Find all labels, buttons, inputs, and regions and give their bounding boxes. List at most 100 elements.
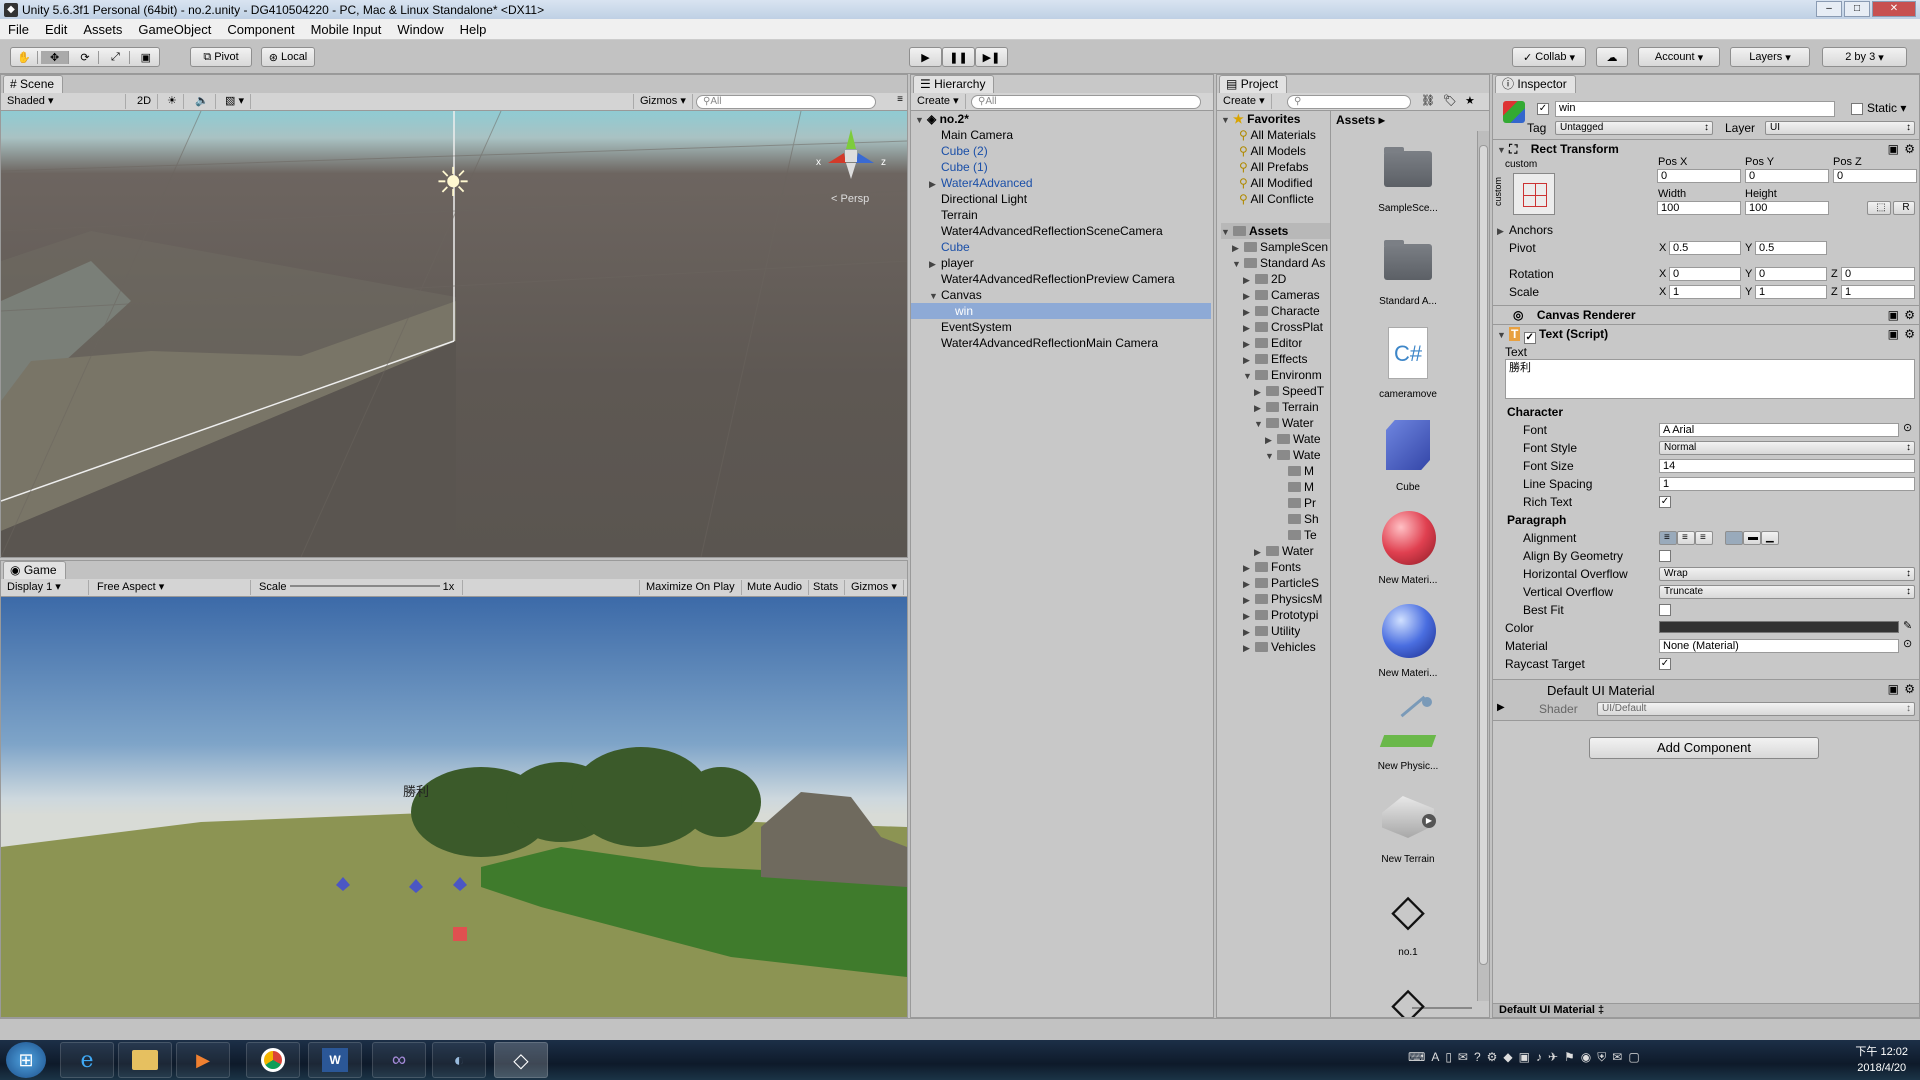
collab-dropdown[interactable]: ✓ Collab ▾: [1512, 47, 1586, 67]
scene-search-input[interactable]: ⚲All: [696, 95, 876, 109]
chrome-app-icon[interactable]: [246, 1042, 300, 1078]
expand-arrow-icon[interactable]: ▶: [929, 256, 941, 272]
rot-z-field[interactable]: 0: [1841, 267, 1915, 281]
project-search-input[interactable]: ⚲: [1287, 95, 1411, 109]
align-middle-icon[interactable]: ▬: [1743, 531, 1761, 545]
filter-type-icon[interactable]: ⛓: [1421, 94, 1435, 107]
asset-tile[interactable]: ◇ no.1: [1368, 881, 1448, 959]
material-picker-icon[interactable]: ⊙: [1903, 637, 1912, 650]
project-create-dropdown[interactable]: Create ▾: [1217, 94, 1272, 109]
lighting-toggle-icon[interactable]: ☀: [161, 94, 184, 109]
menu-window[interactable]: Window: [389, 22, 451, 37]
static-checkbox[interactable]: [1851, 103, 1863, 115]
horizontal-overflow-dropdown[interactable]: Wrap ↕: [1659, 567, 1915, 581]
toggle-2d-button[interactable]: 2D: [131, 94, 159, 109]
hierarchy-item[interactable]: Water4AdvancedReflectionMain Camera: [911, 335, 1211, 351]
rot-y-field[interactable]: 0: [1755, 267, 1827, 281]
expand-arrow-icon[interactable]: ▶: [1243, 560, 1255, 575]
scale-slider[interactable]: Scale 1x: [253, 580, 463, 595]
menu-component[interactable]: Component: [219, 22, 302, 37]
hierarchy-item[interactable]: ▶ Water4Advanced: [911, 175, 1211, 191]
menu-file[interactable]: File: [0, 22, 37, 37]
width-field[interactable]: 100: [1657, 201, 1741, 215]
step-button[interactable]: ▶❚: [975, 47, 1008, 67]
expand-arrow-icon[interactable]: ▶: [1243, 288, 1255, 303]
project-folder-item[interactable]: ▶ Characte: [1243, 303, 1320, 319]
unity-app-icon[interactable]: ◇: [494, 1042, 548, 1078]
assets-breadcrumb[interactable]: Assets ▸: [1336, 113, 1385, 127]
scene-viewport[interactable]: ☀ x z < Persp: [1, 111, 907, 557]
play-button[interactable]: ▶: [909, 47, 942, 67]
hierarchy-item[interactable]: ▼ Canvas: [911, 287, 1211, 303]
project-folder-item[interactable]: ▶ Editor: [1243, 335, 1302, 351]
favorite-item[interactable]: ⚲ All Modified: [1239, 175, 1313, 191]
display-dropdown[interactable]: Display 1 ▾: [1, 580, 89, 595]
project-folder-item[interactable]: ▶ Prototypi: [1243, 607, 1318, 623]
assets-root-item[interactable]: ▼ Assets: [1221, 223, 1330, 239]
tab-scene[interactable]: # Scene: [3, 75, 64, 93]
height-field[interactable]: 100: [1745, 201, 1829, 215]
project-folder-item[interactable]: ▼ Environm: [1243, 367, 1322, 383]
hierarchy-item[interactable]: EventSystem: [911, 319, 1211, 335]
asset-tile[interactable]: SampleSce...: [1368, 137, 1448, 214]
help-book-icon[interactable]: ▣: [1888, 325, 1899, 344]
scale-tool-icon[interactable]: ⤢: [102, 50, 130, 64]
hierarchy-item[interactable]: Terrain: [911, 207, 1211, 223]
start-button-icon[interactable]: ⊞: [6, 1042, 46, 1078]
project-folder-item[interactable]: ▶ Fonts: [1243, 559, 1301, 575]
expand-arrow-icon[interactable]: ▼: [1254, 416, 1266, 431]
maximize-on-play-toggle[interactable]: Maximize On Play: [639, 580, 742, 595]
scale-track[interactable]: [289, 585, 440, 587]
panel-menu-icon[interactable]: ≡: [897, 94, 903, 105]
expand-arrow-icon[interactable]: ▼: [1243, 368, 1255, 383]
favorite-item[interactable]: ⚲ All Conflicte: [1239, 191, 1314, 207]
project-folder-item[interactable]: ▼ Wate: [1265, 447, 1321, 463]
ie-app-icon[interactable]: e: [60, 1042, 114, 1078]
clock[interactable]: 下午 12:02 2018/4/20: [1855, 1044, 1908, 1076]
project-folder-item[interactable]: ▶ Water: [1254, 543, 1314, 559]
pause-button[interactable]: ❚❚: [942, 47, 975, 67]
move-tool-icon[interactable]: ✥: [41, 50, 69, 64]
layer-dropdown[interactable]: UI ↕: [1765, 121, 1915, 135]
layout-dropdown[interactable]: 2 by 3 ▾: [1822, 47, 1907, 67]
shading-dropdown[interactable]: Shaded ▾: [1, 94, 126, 109]
hierarchy-create-dropdown[interactable]: Create ▾: [911, 94, 966, 109]
project-folder-item[interactable]: ▼ Standard As: [1232, 255, 1325, 271]
menu-edit[interactable]: Edit: [37, 22, 75, 37]
add-component-button[interactable]: Add Component: [1589, 737, 1819, 759]
align-geometry-checkbox[interactable]: [1659, 550, 1671, 562]
tag-dropdown[interactable]: Untagged ↕: [1555, 121, 1713, 135]
canvas-renderer-header[interactable]: ◎ Canvas Renderer ▣ ⚙: [1493, 305, 1919, 325]
hierarchy-item[interactable]: win: [911, 303, 1211, 319]
favorites-header[interactable]: ▼ ★ Favorites: [1221, 111, 1300, 127]
project-folder-item[interactable]: ▶ Cameras: [1243, 287, 1320, 303]
expand-arrow-icon[interactable]: ▶: [1243, 640, 1255, 655]
project-folder-item[interactable]: ▶ Effects: [1243, 351, 1307, 367]
asset-tile[interactable]: New Physic...: [1368, 695, 1448, 772]
expand-arrow-icon[interactable]: ▶: [929, 176, 941, 192]
material-field[interactable]: None (Material): [1659, 639, 1899, 653]
hierarchy-item[interactable]: Cube (1): [911, 159, 1211, 175]
hierarchy-item[interactable]: ▶ player: [911, 255, 1211, 271]
game-app-icon[interactable]: ◐: [432, 1042, 486, 1078]
align-left-icon[interactable]: ≡: [1659, 531, 1677, 545]
system-tray-icons[interactable]: ⌨A▯✉?⚙◆▣♪✈⚑◉⛨✉▢: [1408, 1050, 1646, 1065]
line-spacing-field[interactable]: 1: [1659, 477, 1915, 491]
rot-x-field[interactable]: 0: [1669, 267, 1741, 281]
project-folder-item[interactable]: M: [1276, 463, 1314, 479]
layers-dropdown[interactable]: Layers ▾: [1730, 47, 1810, 67]
rect-tool-icon[interactable]: ▣: [133, 51, 159, 64]
expand-arrow-icon[interactable]: ▶: [1254, 400, 1266, 415]
cloud-button[interactable]: ☁: [1596, 47, 1628, 67]
shader-dropdown[interactable]: UI/Default ↕: [1597, 702, 1915, 716]
expand-arrow-icon[interactable]: ▶: [1243, 592, 1255, 607]
pivot-x-field[interactable]: 0.5: [1669, 241, 1741, 255]
project-folder-item[interactable]: ▶ SpeedT: [1254, 383, 1324, 399]
filter-label-icon[interactable]: 🏷: [1443, 94, 1457, 107]
maximize-button[interactable]: □: [1844, 1, 1870, 17]
project-folder-item[interactable]: ▶ Utility: [1243, 623, 1300, 639]
asset-tile[interactable]: Standard A...: [1368, 230, 1448, 307]
perspective-label[interactable]: < Persp: [831, 193, 869, 205]
hierarchy-item[interactable]: Water4AdvancedReflectionPreview Camera: [911, 271, 1211, 287]
static-dropdown[interactable]: Static ▾: [1867, 99, 1906, 117]
